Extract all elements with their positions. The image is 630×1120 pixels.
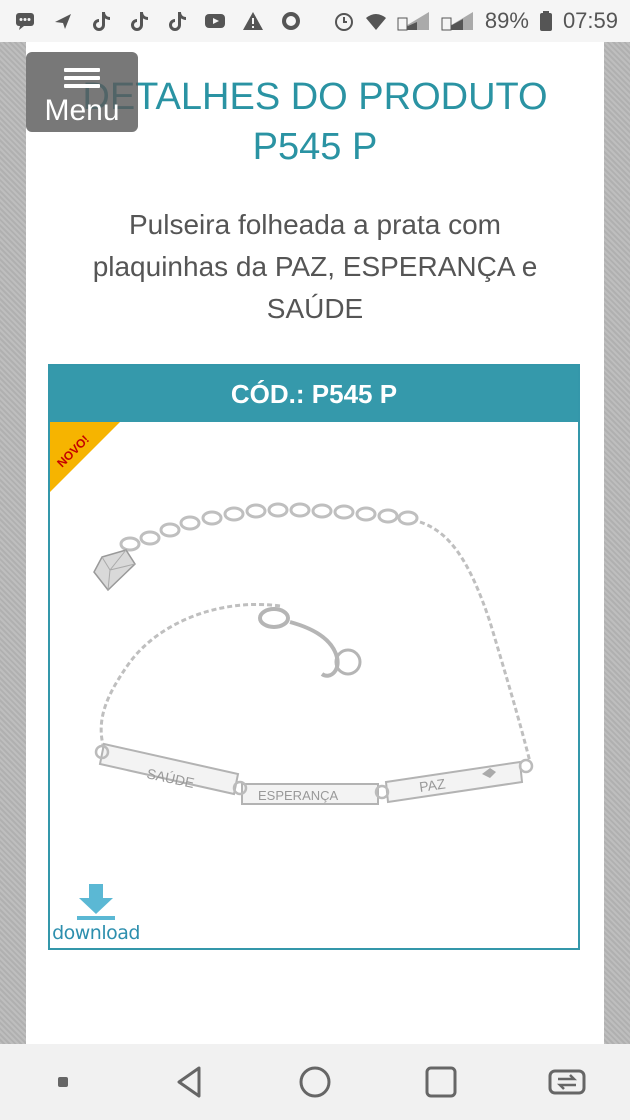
rotate-icon[interactable] xyxy=(547,1062,587,1102)
right-chain xyxy=(419,520,532,763)
plate-label-esperanca: ESPERANÇA xyxy=(258,788,339,803)
warning-icon xyxy=(242,10,264,32)
hamburger-icon xyxy=(64,64,100,92)
plate-esperanca: ESPERANÇA xyxy=(241,783,379,805)
left-chain xyxy=(99,602,281,753)
download-label: download xyxy=(52,922,140,944)
product-code: CÓD.: P545 P xyxy=(50,366,578,422)
signal-2-icon xyxy=(441,10,475,32)
overview-icon[interactable] xyxy=(421,1062,461,1102)
wifi-icon xyxy=(365,10,387,32)
status-bar: 89% 07:59 xyxy=(0,0,630,42)
product-image[interactable]: NOVO! SAÚDE ESPERANÇA PAZ xyxy=(50,422,578,948)
tiktok-icon xyxy=(166,10,188,32)
battery-percent: 89% xyxy=(484,8,529,33)
signal-1-icon xyxy=(397,10,431,32)
tiktok-icon xyxy=(90,10,112,32)
new-badge: NOVO! xyxy=(50,422,120,492)
recents-dot-icon[interactable] xyxy=(43,1062,83,1102)
plane-icon xyxy=(52,10,74,32)
system-icons: 89% 07:59 xyxy=(333,8,630,34)
menu-label: Menu xyxy=(44,94,120,127)
title-line-1: DETALHES DO PRODUTO xyxy=(82,76,548,118)
menu-button[interactable]: Menu xyxy=(26,52,138,132)
lobster-clasp xyxy=(258,607,362,678)
notification-icons xyxy=(0,10,302,32)
product-card: CÓD.: P545 P NOVO! SAÚDE ESPERANÇA PAZ d… xyxy=(48,364,580,950)
chat-icon xyxy=(14,10,36,32)
youtube-icon xyxy=(204,10,226,32)
record-icon xyxy=(280,10,302,32)
download-button[interactable]: download xyxy=(52,882,140,948)
product-description: Pulseira folheada a prata com plaquinhas… xyxy=(92,209,538,324)
background-pattern-right xyxy=(604,42,630,1044)
back-icon[interactable] xyxy=(169,1062,209,1102)
battery-icon xyxy=(539,10,553,32)
plate-saude: SAÚDE xyxy=(98,742,240,796)
tiktok-icon xyxy=(128,10,150,32)
extender-chain xyxy=(119,502,419,552)
background-pattern-left xyxy=(0,42,26,1044)
plate-paz: PAZ xyxy=(384,760,524,804)
alarm-icon xyxy=(333,10,355,32)
clock: 07:59 xyxy=(562,8,618,33)
download-arrow-icon xyxy=(77,884,115,920)
navigation-bar xyxy=(0,1044,630,1120)
diamond-charm xyxy=(93,549,136,592)
home-icon[interactable] xyxy=(295,1062,335,1102)
